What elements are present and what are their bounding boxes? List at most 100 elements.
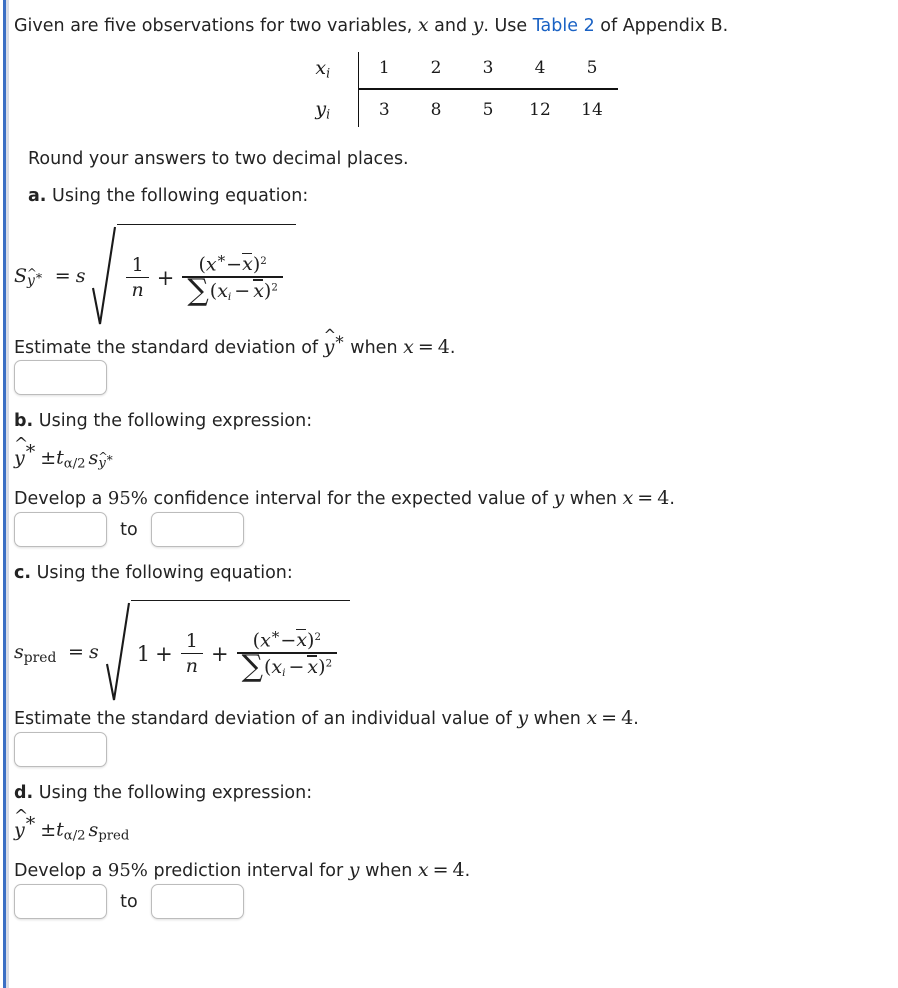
formula-d-plusminus: ± [40, 818, 57, 841]
part-d-intro-label: Using the following expression: [38, 783, 313, 803]
part-d-question: Develop a 95% prediction interval for y … [14, 858, 470, 884]
part-b-intro-label: Using the following expression: [38, 411, 313, 431]
formula-d-s-subscript: pred [98, 828, 130, 844]
part-b-formula: ^ y* ±tα/2 s ^ y* [14, 434, 114, 472]
frac-c1-numerator: 1 [185, 629, 198, 652]
table-cell-x-2: 3 [462, 52, 514, 90]
frac-a1-numerator: 1 [131, 253, 144, 276]
frac-a2-numerator: (x*− x)2 [198, 251, 267, 276]
part-b-intro: b. Using the following expression: [14, 410, 312, 434]
part-d-question-mid: prediction interval for [147, 861, 349, 881]
part-b-question-mid: confidence interval for the expected val… [147, 489, 554, 509]
formula-d-t: t [56, 818, 64, 841]
intro-sentence: Given are five observations for two vari… [14, 13, 728, 39]
part-a-formula-lhs: S ^ y* = s [14, 263, 91, 290]
formula-c-s: s [14, 640, 24, 663]
formula-b-yhat: ^ y [14, 434, 29, 469]
table-cell-y-1: 8 [430, 99, 442, 120]
formula-b-plusminus: ± [40, 446, 57, 469]
table-cell-y-4: 14 [581, 99, 603, 120]
part-d-question-y: y [348, 859, 360, 881]
part-d-marker: d. [14, 783, 34, 803]
fraction-deviation-c: (x*− x)2 ∑(xi − x)2 [236, 628, 338, 682]
formula-c-equals: = [68, 640, 84, 663]
part-d-confidence-level: 95% [107, 860, 148, 881]
part-a-question-mid: when [344, 337, 404, 358]
part-a-question-yhat: ^ y [323, 325, 337, 358]
part-c-marker: c. [14, 563, 32, 583]
part-c-question-when: when [528, 709, 587, 729]
intro-var-x: x [417, 14, 429, 36]
fraction-one-over-n-a: 1 n [126, 253, 149, 302]
part-c-intro: c. Using the following equation: [14, 562, 293, 586]
row-header-x-symbol: x [315, 57, 327, 79]
part-a-question-pre: Estimate the standard deviation of [14, 337, 324, 358]
part-a-question-end: . [449, 337, 456, 358]
part-d-question-pre: Develop a [14, 861, 108, 881]
formula-c-s-coefficient: s [88, 640, 99, 663]
part-c-answer-input[interactable] [14, 732, 107, 767]
frac-a2-denominator: ∑(xi − x)2 [187, 273, 278, 309]
rounding-note: Round your answers to two decimal places… [28, 149, 409, 169]
table-cell-y-0: 3 [378, 99, 390, 120]
part-d-upper-bound-input[interactable] [150, 884, 244, 919]
formula-b-t: t [56, 446, 64, 469]
part-b-question-equals: = [637, 487, 654, 509]
frac-a1-denominator: n [131, 279, 144, 302]
part-d-answer-row: to [14, 884, 244, 919]
part-d-to-label: to [120, 891, 138, 912]
table-2-link[interactable]: Table 2 [533, 16, 595, 36]
part-b-question-end: . [669, 489, 675, 509]
table-cell-y-3: 12 [529, 99, 551, 120]
formula-a-equals: = [54, 264, 71, 287]
part-d-lower-bound-input[interactable] [14, 884, 107, 919]
part-b-upper-bound-input[interactable] [150, 512, 244, 547]
part-b-question: Develop a 95% confidence interval for th… [14, 486, 675, 512]
part-d-intro: d. Using the following expression: [14, 782, 312, 806]
part-b-marker: b. [14, 411, 34, 431]
formula-d-yhat: ^ y [14, 806, 29, 841]
row-header-y-subscript: i [326, 106, 331, 121]
part-c-intro-label: Using the following equation: [36, 563, 293, 583]
part-a-intro: a. Using the following equation: [28, 185, 308, 209]
radical-sign-a [91, 224, 117, 328]
formula-d-t-subscript: α/2 [63, 828, 86, 844]
row-header-x: xi [300, 52, 359, 89]
part-c-formula: spred = s 1 + 1 n + (x*− x)2 ∑(xi − x)2 [14, 600, 351, 704]
part-c-radical: 1 + 1 n + (x*− x)2 ∑(xi − x)2 [105, 600, 351, 704]
part-a-intro-label: Using the following equation: [52, 186, 309, 206]
fraction-deviation-a: (x*− x)2 ∑(xi − x)2 [182, 251, 283, 309]
part-a-formula: S ^ y* = s 1 n + (x*− x)2 ∑(xi − x)2 [14, 224, 296, 328]
part-c-question-pre: Estimate the standard deviation of an in… [14, 709, 518, 729]
formula-a-plus: + [156, 265, 175, 290]
part-b-to-label: to [120, 519, 138, 540]
table-cell-y-2: 5 [482, 99, 494, 120]
part-d-question-value: 4 [452, 859, 465, 881]
part-a-radical: 1 n + (x*− x)2 ∑(xi − x)2 [91, 224, 296, 328]
row-header-y-symbol: y [315, 97, 327, 120]
part-a-question: Estimate the standard deviation of ^ y* w… [14, 325, 456, 361]
table-cell-x-1: 2 [410, 52, 462, 90]
part-c-question-value: 4 [621, 707, 634, 729]
part-a-marker: a. [28, 186, 47, 206]
part-a-question-equals: = [417, 335, 434, 358]
table-cell-x-3: 4 [514, 52, 566, 90]
observations-table: xi 1 2 3 4 5 yi 3 8 5 12 14 [300, 52, 618, 127]
part-c-formula-lhs: spred = s [14, 639, 105, 666]
row-header-x-subscript: i [326, 65, 331, 81]
formula-b-s: s [88, 446, 99, 469]
part-b-question-y: y [553, 487, 565, 509]
radical-body-c: 1 + 1 n + (x*− x)2 ∑(xi − x)2 [130, 600, 351, 704]
part-b-confidence-level: 95% [107, 488, 148, 509]
part-c-question-end: . [633, 709, 639, 729]
table-row-x: xi 1 2 3 4 5 [300, 52, 618, 90]
formula-d-s: s [88, 818, 99, 841]
formula-a-yhat: ^ y [27, 265, 37, 290]
formula-b-s-sub-yhat: ^ y [98, 449, 108, 472]
part-b-lower-bound-input[interactable] [14, 512, 107, 547]
part-c-question-x: x [586, 707, 598, 729]
radical-sign-c [105, 600, 131, 704]
table-cell-x-4: 5 [566, 52, 618, 90]
part-a-answer-input[interactable] [14, 360, 107, 395]
part-b-question-when: when [564, 489, 623, 509]
